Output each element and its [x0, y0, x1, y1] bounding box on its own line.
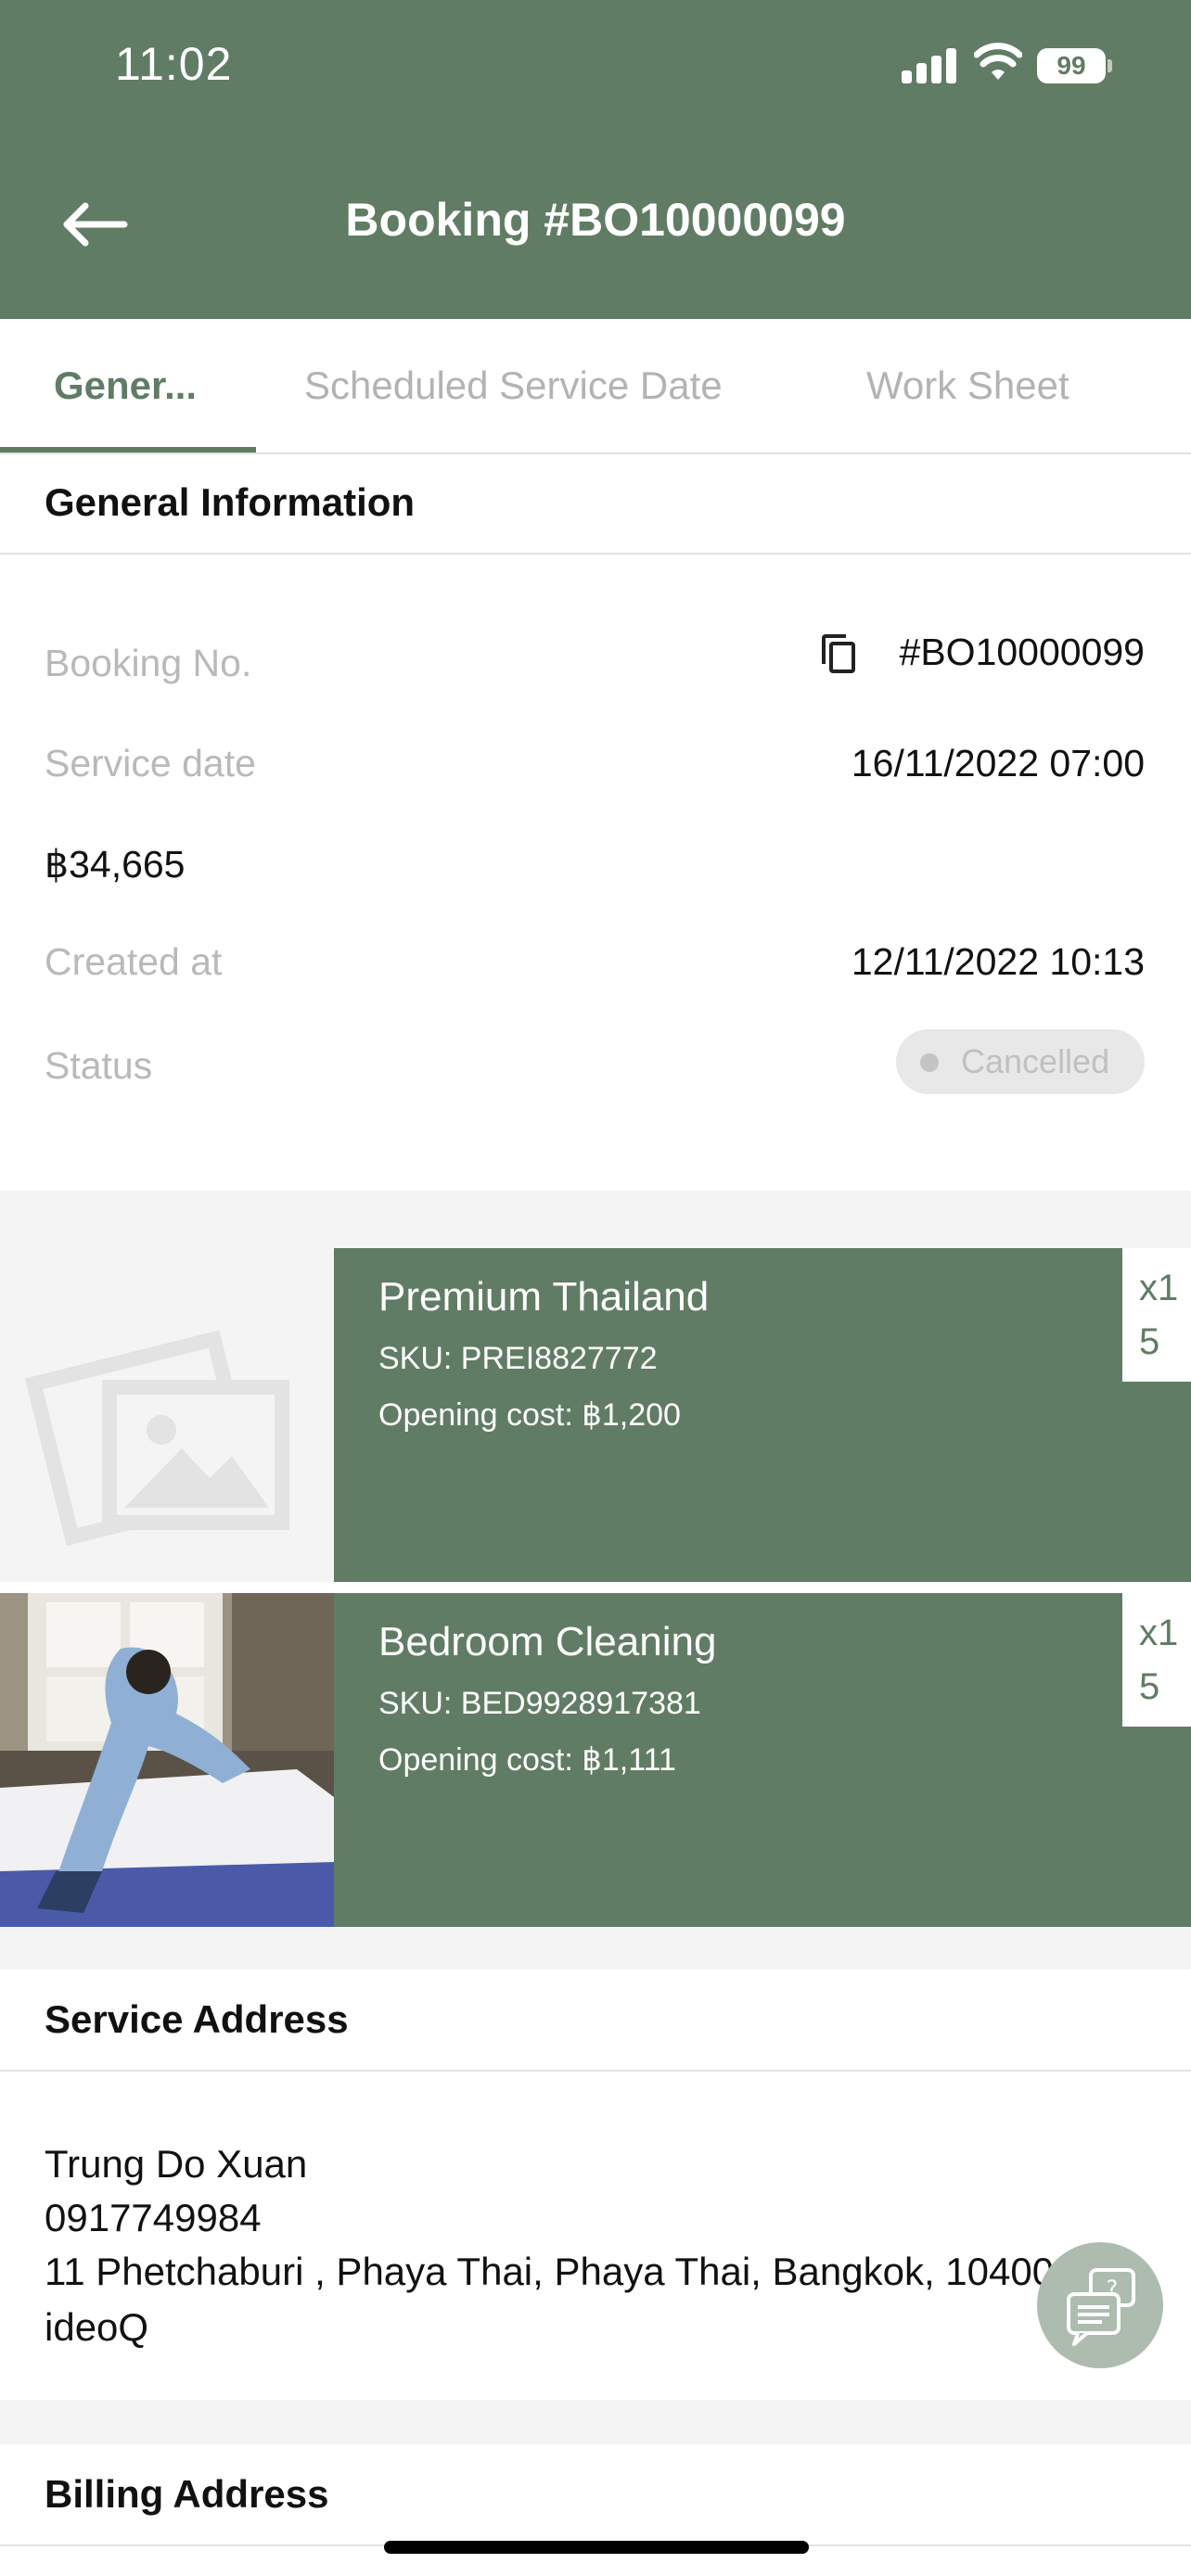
general-info-title: General Information: [45, 480, 416, 524]
product-card[interactable]: Premium Thailand SKU: PREI8827772 Openin…: [0, 1248, 1191, 1582]
product-info: Bedroom Cleaning SKU: BED9928917381 Open…: [334, 1593, 1191, 1927]
status-label: Status: [45, 1044, 153, 1087]
tab-work-sheet[interactable]: Work Sheet: [866, 363, 1069, 408]
product-name: Bedroom Cleaning: [378, 1619, 717, 1664]
product-info: Premium Thailand SKU: PREI8827772 Openin…: [334, 1248, 1191, 1582]
product-cost: Opening cost: ฿1,111: [378, 1742, 676, 1778]
product-name: Premium Thailand: [378, 1274, 710, 1320]
service-address-title: Service Address: [45, 1997, 349, 2041]
page-title: Booking #BO10000099: [345, 194, 846, 246]
status-dot: [920, 1053, 939, 1072]
address-phone: 0917749984: [45, 2196, 262, 2239]
card-gap: [0, 1582, 1191, 1593]
booking-amount: ฿34,665: [45, 843, 186, 886]
status-time: 11:02: [115, 38, 233, 90]
app-header: 11:02 99 Booking #BO10000099: [0, 0, 1191, 319]
tab-scheduled-service-date[interactable]: Scheduled Service Date: [304, 363, 723, 408]
service-date-value: 16/11/2022 07:00: [851, 742, 1145, 784]
address-street: 11 Phetchaburi , Phaya Thai, Phaya Thai,…: [45, 2250, 1055, 2293]
copy-icon[interactable]: [820, 632, 857, 675]
quantity-badge: x15: [1122, 1593, 1191, 1727]
chat-help-button[interactable]: ?: [1037, 2242, 1163, 2368]
signal-icon: [902, 48, 957, 83]
product-cost: Opening cost: ฿1,200: [378, 1397, 681, 1433]
divider: [0, 2070, 1191, 2072]
status-badge: Cancelled: [896, 1029, 1145, 1094]
product-card[interactable]: Bedroom Cleaning SKU: BED9928917381 Open…: [0, 1593, 1191, 1927]
created-at-label: Created at: [45, 940, 223, 983]
product-sku: SKU: PREI8827772: [378, 1341, 658, 1376]
wifi-icon: [974, 43, 1022, 80]
booking-no-value: #BO10000099: [899, 631, 1145, 673]
divider: [0, 453, 1191, 454]
booking-no-label: Booking No.: [45, 642, 252, 684]
battery-level: 99: [1037, 48, 1106, 83]
home-indicator: [384, 2541, 809, 2554]
product-photo: [0, 1593, 334, 1927]
battery-icon: 99: [1037, 48, 1112, 83]
chat-help-icon: ?: [1067, 2268, 1135, 2346]
section-separator: [0, 1927, 1191, 1970]
section-separator: [0, 2400, 1191, 2444]
tab-general[interactable]: Gener...: [54, 363, 197, 408]
divider: [0, 553, 1191, 555]
quantity-text: x15: [1139, 1613, 1179, 1707]
quantity-text: x15: [1139, 1268, 1179, 1362]
address-company: ideoQ: [45, 2305, 149, 2349]
status-text: Cancelled: [961, 1042, 1110, 1080]
product-sku: SKU: BED9928917381: [378, 1686, 701, 1721]
service-date-label: Service date: [45, 742, 256, 784]
quantity-badge: x15: [1122, 1248, 1191, 1382]
billing-address-title: Billing Address: [45, 2472, 329, 2516]
image-placeholder-icon: [0, 1248, 334, 1582]
tab-bar: Gener... Scheduled Service Date Work She…: [0, 319, 1191, 454]
created-at-value: 12/11/2022 10:13: [851, 940, 1145, 983]
address-name: Trung Do Xuan: [45, 2142, 308, 2186]
section-separator: [0, 1191, 1191, 1248]
